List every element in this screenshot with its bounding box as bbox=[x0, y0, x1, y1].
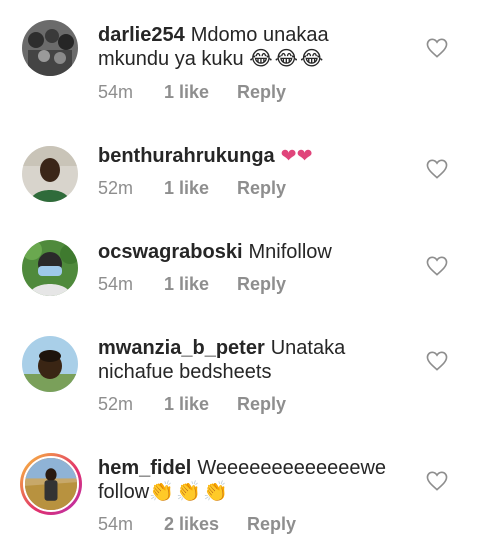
clapping-emoji: 👏👏👏 bbox=[149, 481, 230, 503]
heart-emoji: ❤❤ bbox=[280, 146, 313, 167]
comment-username[interactable]: hem_fidel bbox=[98, 457, 191, 479]
reply-button[interactable]: Reply bbox=[237, 274, 286, 295]
reply-button[interactable]: Reply bbox=[247, 514, 296, 535]
comment-meta: 54m 1 like Reply bbox=[98, 274, 286, 295]
heart-outline-icon[interactable] bbox=[426, 256, 448, 276]
comment-text-block: benthurahrukunga ❤❤ bbox=[98, 144, 398, 169]
avatar[interactable] bbox=[22, 336, 78, 392]
comment-likes[interactable]: 1 like bbox=[164, 82, 237, 103]
masked-person-avatar bbox=[22, 240, 78, 296]
story-ring-avatar bbox=[25, 458, 77, 510]
comment-time: 54m bbox=[98, 274, 134, 294]
reply-button[interactable]: Reply bbox=[237, 394, 286, 415]
comment-username[interactable]: mwanzia_b_peter bbox=[98, 337, 265, 359]
comment-meta: 52m 1 like Reply bbox=[98, 394, 286, 415]
heart-outline-icon[interactable] bbox=[426, 471, 448, 491]
comment-username[interactable]: darlie254 bbox=[98, 24, 185, 46]
comment-meta: 54m 2 likes Reply bbox=[98, 514, 296, 535]
comment-meta: 52m 1 like Reply bbox=[98, 178, 286, 199]
reply-button[interactable]: Reply bbox=[237, 178, 286, 199]
comment-time: 52m bbox=[98, 178, 134, 198]
comment-likes[interactable]: 2 likes bbox=[164, 514, 247, 535]
person-outdoor-avatar bbox=[22, 336, 78, 392]
comment-text-block: hem_fidel Weeeeeeeeeeeeewe follow👏👏👏 bbox=[98, 456, 398, 504]
heart-outline-icon[interactable] bbox=[426, 38, 448, 58]
comment-text: Mnifollow bbox=[248, 241, 332, 263]
comment-username[interactable]: ocswagraboski bbox=[98, 241, 243, 263]
avatar[interactable] bbox=[22, 240, 78, 296]
laughing-emoji: 😂😂😂 bbox=[249, 48, 326, 70]
comment-likes[interactable]: 1 like bbox=[164, 178, 237, 199]
comment-text-block: ocswagraboski Mnifollow bbox=[98, 240, 398, 264]
comment-text-block: darlie254 Mdomo unakaa mkundu ya kuku 😂😂😂 bbox=[98, 23, 398, 71]
avatar[interactable] bbox=[22, 146, 78, 202]
comment-username[interactable]: benthurahrukunga bbox=[98, 145, 275, 167]
comment-likes[interactable]: 1 like bbox=[164, 274, 237, 295]
comment-likes[interactable]: 1 like bbox=[164, 394, 237, 415]
person-portrait-avatar bbox=[22, 146, 78, 202]
reply-button[interactable]: Reply bbox=[237, 82, 286, 103]
group-photo-avatar bbox=[22, 20, 78, 76]
comment-text-block: mwanzia_b_peter Unataka nichafue bedsheet… bbox=[98, 336, 398, 384]
comment-meta: 54m 1 like Reply bbox=[98, 82, 286, 103]
comment-time: 54m bbox=[98, 514, 134, 534]
avatar[interactable] bbox=[20, 453, 82, 515]
comment-time: 52m bbox=[98, 394, 134, 414]
heart-outline-icon[interactable] bbox=[426, 351, 448, 371]
heart-outline-icon[interactable] bbox=[426, 159, 448, 179]
comment-time: 54m bbox=[98, 82, 134, 102]
avatar[interactable] bbox=[22, 20, 78, 76]
